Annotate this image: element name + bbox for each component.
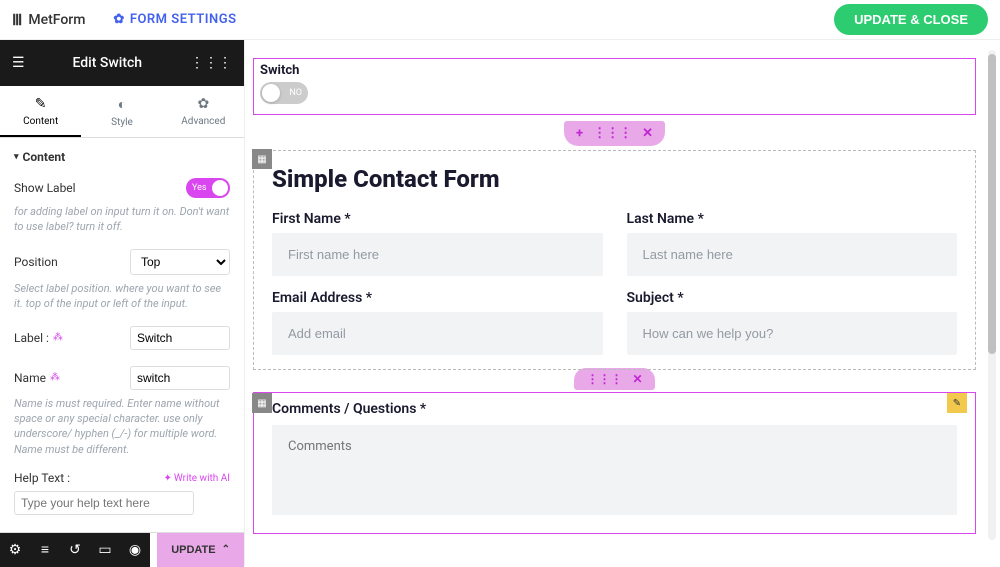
form-heading: Simple Contact Form (272, 165, 957, 193)
position-label: Position (14, 255, 58, 269)
app-name: MetForm (28, 12, 85, 28)
pencil-icon: ✎ (35, 96, 47, 112)
panel-title: Edit Switch (73, 55, 143, 71)
footer-responsive-icon[interactable]: ▭ (90, 533, 120, 567)
form-settings-link[interactable]: ✿ FORM SETTINGS (113, 12, 236, 27)
column-delete-icon[interactable]: ✕ (632, 372, 642, 386)
comments-widget[interactable]: ▦ ✎ Comments / Questions * (253, 392, 976, 534)
helptext-label: Help Text : (14, 471, 70, 485)
canvas-scrollbar[interactable] (988, 50, 996, 540)
first-name-label: First Name * (272, 211, 603, 227)
scrollbar-thumb[interactable] (988, 54, 996, 354)
section-add-icon[interactable]: + (576, 126, 583, 141)
first-name-input[interactable] (272, 233, 603, 276)
email-input[interactable] (272, 312, 603, 355)
gear-icon: ✿ (113, 12, 124, 27)
panel-update-button[interactable]: UPDATE ⌃ (157, 533, 244, 567)
advanced-gear-icon: ✿ (197, 96, 209, 112)
switch-knob (262, 84, 280, 102)
section-drag-icon[interactable]: ⋮⋮⋮ (593, 126, 632, 141)
footer-history-icon[interactable]: ↺ (60, 533, 90, 567)
panel-menu-icon[interactable]: ☰ (12, 55, 25, 71)
style-icon: ◐ (118, 96, 126, 113)
comments-label: Comments / Questions * (272, 401, 957, 417)
label-input[interactable] (130, 326, 230, 350)
last-name-input[interactable] (627, 233, 958, 276)
chevron-up-icon: ⌃ (222, 544, 230, 555)
form-section[interactable]: ▦ Simple Contact Form First Name * Last … (253, 150, 976, 370)
switch-toggle[interactable]: NO (260, 82, 308, 104)
section-delete-icon[interactable]: ✕ (642, 126, 653, 141)
helptext-input[interactable] (14, 491, 194, 515)
comments-textarea[interactable] (272, 425, 957, 515)
dynamic-icon[interactable]: ⁂ (50, 372, 60, 383)
footer-preview-icon[interactable]: ◉ (120, 533, 150, 567)
show-label-label: Show Label (14, 181, 76, 195)
tab-advanced[interactable]: ✿ Advanced (163, 86, 244, 137)
email-label: Email Address * (272, 290, 603, 306)
panel-widgets-icon[interactable]: ⋮⋮⋮ (190, 55, 232, 71)
footer-settings-icon[interactable]: ⚙ (0, 533, 30, 567)
column-drag-icon[interactable]: ⋮⋮⋮ (586, 372, 622, 386)
column-handle-icon[interactable]: ▦ (252, 393, 272, 413)
section-handle-icon[interactable]: ▦ (252, 149, 272, 169)
edit-widget-icon[interactable]: ✎ (947, 393, 967, 413)
write-with-ai-link[interactable]: ✦Write with AI (164, 473, 230, 484)
tab-style[interactable]: ◐ Style (81, 86, 162, 137)
show-label-toggle[interactable]: Yes (186, 178, 230, 198)
editor-panel: ☰ Edit Switch ⋮⋮⋮ ✎ Content ◐ Style ✿ Ad… (0, 40, 245, 566)
app-logo: Ⅲ MetForm (12, 11, 85, 29)
label-field-label: Label : ⁂ (14, 331, 63, 345)
switch-label: Switch (260, 63, 969, 78)
show-label-help: for adding label on input turn it on. Do… (14, 204, 230, 235)
name-input[interactable] (130, 366, 230, 390)
tab-content[interactable]: ✎ Content (0, 86, 81, 137)
section-content-toggle[interactable]: Content (14, 150, 230, 164)
section-toolbar: + ⋮⋮⋮ ✕ (564, 121, 665, 146)
elementor-icon: Ⅲ (12, 11, 22, 29)
subject-label: Subject * (627, 290, 958, 306)
switch-widget[interactable]: Switch NO (253, 58, 976, 115)
subject-input[interactable] (627, 312, 958, 355)
name-field-label: Name ⁂ (14, 371, 60, 385)
position-help: Select label position. where you want to… (14, 281, 230, 312)
update-close-button[interactable]: UPDATE & CLOSE (834, 4, 988, 35)
column-toolbar: ⋮⋮⋮ ✕ (574, 368, 654, 390)
name-help: Name is must required. Enter name withou… (14, 396, 230, 458)
last-name-label: Last Name * (627, 211, 958, 227)
position-select[interactable]: Top (130, 249, 230, 275)
toggle-knob (212, 180, 228, 196)
dynamic-icon[interactable]: ⁂ (53, 332, 63, 343)
footer-navigator-icon[interactable]: ≡ (30, 533, 60, 567)
